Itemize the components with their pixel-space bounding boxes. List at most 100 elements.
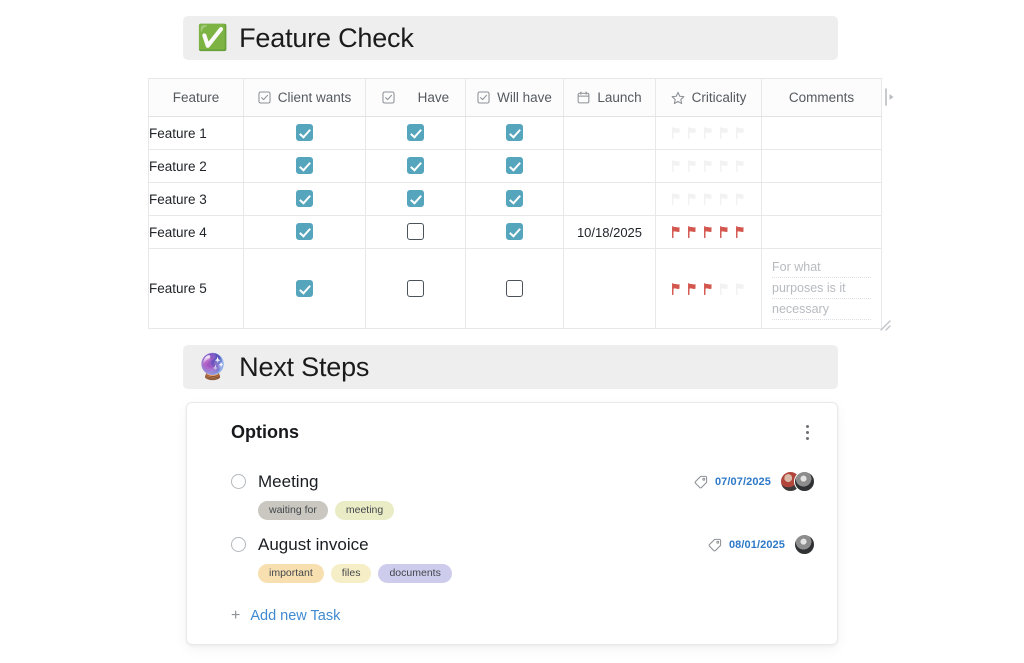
flag-icon-active[interactable] [670, 282, 683, 296]
section-header-next-steps[interactable]: 🔮 Next Steps [183, 345, 838, 389]
cell-have[interactable] [365, 149, 466, 183]
cell-have[interactable] [365, 215, 466, 249]
flag-icon-inactive[interactable] [702, 192, 715, 206]
flag-icon-inactive[interactable] [734, 159, 747, 173]
flag-icon-active[interactable] [686, 225, 699, 239]
cell-feature-name[interactable]: Feature 1 [148, 116, 244, 150]
cell-launch-date[interactable]: 10/18/2025 [563, 215, 656, 249]
task-due-date[interactable]: 08/01/2025 [729, 539, 785, 551]
flag-icon-inactive[interactable] [702, 126, 715, 140]
flag-icon-active[interactable] [686, 282, 699, 296]
tag-icon[interactable] [708, 538, 722, 552]
flag-icon-inactive[interactable] [734, 282, 747, 296]
cell-client-wants[interactable] [243, 116, 366, 150]
flag-icon-active[interactable] [670, 225, 683, 239]
flag-icon-inactive[interactable] [686, 159, 699, 173]
flag-icon-inactive[interactable] [718, 126, 731, 140]
cell-have[interactable] [365, 182, 466, 216]
cell-have[interactable] [365, 248, 466, 329]
flag-icon-active[interactable] [718, 225, 731, 239]
task-checkbox-august-invoice[interactable] [231, 537, 246, 552]
comments-placeholder[interactable]: For what purposes is it necessary [762, 249, 881, 328]
cell-launch-date[interactable] [563, 182, 656, 216]
criticality-flags[interactable] [656, 282, 761, 296]
cell-feature-name[interactable]: Feature 4 [148, 215, 244, 249]
criticality-flags[interactable] [656, 192, 761, 206]
checkbox-unchecked[interactable] [506, 279, 523, 297]
cell-comments[interactable] [761, 215, 882, 249]
cell-criticality[interactable] [655, 215, 762, 249]
cell-will-have[interactable] [465, 182, 564, 216]
task-assignees[interactable] [794, 534, 815, 555]
flag-icon-inactive[interactable] [718, 282, 731, 296]
checkbox-checked[interactable] [296, 157, 313, 175]
checkbox-checked[interactable] [506, 124, 523, 142]
table-row[interactable]: Feature 1 [148, 116, 882, 150]
flag-icon-inactive[interactable] [670, 126, 683, 140]
cell-launch-date[interactable] [563, 116, 656, 150]
cell-feature-name[interactable]: Feature 5 [148, 248, 244, 329]
criticality-flags[interactable] [656, 126, 761, 140]
cell-will-have[interactable] [465, 215, 564, 249]
table-row[interactable]: Feature 4 10/18/2025 [148, 215, 882, 249]
flag-icon-inactive[interactable] [702, 159, 715, 173]
column-header-launch[interactable]: Launch [563, 78, 656, 117]
flag-icon-inactive[interactable] [718, 159, 731, 173]
checkbox-checked[interactable] [296, 223, 313, 241]
cell-client-wants[interactable] [243, 149, 366, 183]
cell-feature-name[interactable]: Feature 2 [148, 149, 244, 183]
flag-icon-active[interactable] [734, 225, 747, 239]
task-title[interactable]: August invoice [258, 535, 708, 555]
checkbox-unchecked[interactable] [407, 279, 424, 297]
checkbox-checked[interactable] [506, 223, 523, 241]
cell-will-have[interactable] [465, 248, 564, 329]
task-assignees[interactable] [780, 471, 815, 492]
flag-icon-inactive[interactable] [670, 192, 683, 206]
cell-have[interactable] [365, 116, 466, 150]
section-header-feature-check[interactable]: ✅ Feature Check [183, 16, 838, 60]
cell-client-wants[interactable] [243, 215, 366, 249]
table-row[interactable]: Feature 3 [148, 182, 882, 216]
avatar[interactable] [794, 471, 815, 492]
checkbox-checked[interactable] [407, 124, 424, 142]
flag-icon-inactive[interactable] [670, 159, 683, 173]
flag-icon-inactive[interactable] [686, 126, 699, 140]
cell-will-have[interactable] [465, 149, 564, 183]
flag-icon-inactive[interactable] [734, 192, 747, 206]
criticality-flags[interactable] [656, 225, 761, 239]
cell-feature-name[interactable]: Feature 3 [148, 182, 244, 216]
tag-chip[interactable]: files [330, 564, 372, 583]
tag-chip[interactable]: important [258, 564, 324, 583]
tag-icon[interactable] [694, 475, 708, 489]
flag-icon-inactive[interactable] [734, 126, 747, 140]
column-header-have[interactable]: Have [365, 78, 466, 117]
checkbox-checked[interactable] [506, 190, 523, 208]
resize-handle-icon[interactable] [878, 318, 891, 331]
checkbox-checked[interactable] [296, 190, 313, 208]
add-column-arrow-icon[interactable] [884, 88, 896, 106]
table-row[interactable]: Feature 5 For what purposes is it necess… [148, 248, 882, 329]
cell-comments[interactable]: For what purposes is it necessary [761, 248, 882, 329]
flag-icon-inactive[interactable] [686, 192, 699, 206]
cell-launch-date[interactable] [563, 149, 656, 183]
criticality-flags[interactable] [656, 159, 761, 173]
tag-chip[interactable]: meeting [334, 501, 395, 520]
task-checkbox-meeting[interactable] [231, 474, 246, 489]
table-row[interactable]: Feature 2 [148, 149, 882, 183]
cell-criticality[interactable] [655, 182, 762, 216]
column-header-client-wants[interactable]: Client wants [243, 78, 366, 117]
avatar[interactable] [794, 534, 815, 555]
cell-will-have[interactable] [465, 116, 564, 150]
checkbox-checked[interactable] [296, 124, 313, 142]
checkbox-checked[interactable] [296, 279, 313, 297]
checkbox-unchecked[interactable] [407, 223, 424, 241]
checkbox-checked[interactable] [506, 157, 523, 175]
add-new-task-button[interactable]: + Add new Task [231, 608, 340, 625]
flag-icon-active[interactable] [702, 225, 715, 239]
tag-chip[interactable]: documents [378, 564, 452, 583]
cell-comments[interactable] [761, 182, 882, 216]
cell-client-wants[interactable] [243, 248, 366, 329]
cell-criticality[interactable] [655, 149, 762, 183]
cell-client-wants[interactable] [243, 182, 366, 216]
column-header-feature[interactable]: Feature [148, 78, 244, 117]
